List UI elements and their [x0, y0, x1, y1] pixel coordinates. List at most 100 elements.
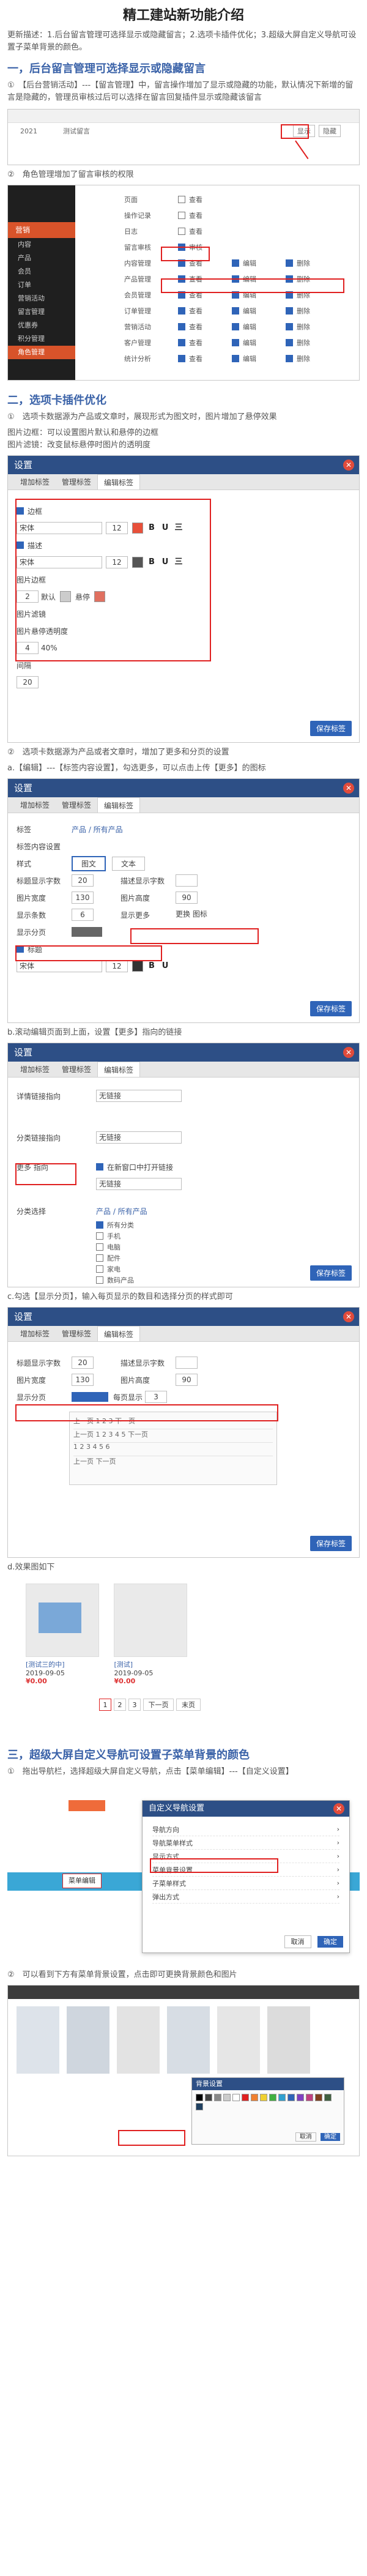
permission-checkbox[interactable]: [178, 196, 185, 203]
permission-option[interactable]: 编辑: [232, 306, 286, 316]
sidebar-item[interactable]: 产品: [8, 251, 75, 265]
permission-checkbox[interactable]: [286, 307, 293, 315]
permission-option[interactable]: 查看: [178, 338, 232, 348]
detail-link-select[interactable]: 无链接: [96, 1090, 182, 1102]
close-icon[interactable]: ✕: [343, 1311, 354, 1322]
sidebar-item[interactable]: 留言管理: [8, 305, 75, 319]
permission-option[interactable]: 删除: [286, 322, 339, 332]
permission-checkbox[interactable]: [286, 339, 293, 346]
category-item[interactable]: 电脑: [96, 1241, 359, 1253]
category-checkbox[interactable]: [96, 1232, 103, 1240]
ok-button[interactable]: 确定: [317, 1936, 343, 1948]
sidebar-item[interactable]: 优惠券: [8, 319, 75, 332]
tab-manage[interactable]: 管理标签: [56, 797, 97, 813]
sidebar-item[interactable]: 内容: [8, 238, 75, 251]
permission-option[interactable]: 查看: [178, 322, 232, 332]
size-input-3[interactable]: 12: [106, 960, 128, 972]
color-swatch[interactable]: [214, 2094, 221, 2101]
permission-checkbox[interactable]: [178, 355, 185, 362]
product-card[interactable]: [测试] 2019-09-05 ¥0.00: [114, 1584, 188, 1685]
bg-cancel-button[interactable]: 取消: [295, 2132, 316, 2142]
permission-checkbox[interactable]: [232, 259, 239, 267]
color-swatch-3[interactable]: [132, 961, 143, 972]
permission-option[interactable]: 编辑: [232, 354, 286, 363]
page-1[interactable]: 1: [99, 1699, 111, 1711]
permission-option[interactable]: 编辑: [232, 322, 286, 332]
sidebar-item[interactable]: 订单: [8, 278, 75, 292]
permission-checkbox[interactable]: [232, 355, 239, 362]
product-card[interactable]: [测试三的中] 2019-09-05 ¥0.00: [26, 1584, 99, 1685]
setting-input[interactable]: 90: [176, 1374, 198, 1386]
color-swatch[interactable]: [196, 2094, 203, 2101]
category-item[interactable]: 手机: [96, 1230, 359, 1241]
setting-input[interactable]: 130: [72, 1374, 94, 1386]
setting-input[interactable]: 90: [176, 892, 198, 904]
permission-checkbox[interactable]: [178, 228, 185, 235]
save-tab-button[interactable]: 保存标签: [310, 1536, 352, 1551]
permission-option[interactable]: 查看: [178, 195, 232, 204]
color-swatch[interactable]: [196, 2103, 203, 2110]
paging-toggle[interactable]: [72, 927, 102, 937]
style-image-text[interactable]: 图文: [72, 855, 106, 871]
tab-edit[interactable]: 编辑标签: [97, 797, 141, 813]
setting-input[interactable]: 6: [72, 909, 94, 921]
color-swatch[interactable]: [269, 2094, 276, 2101]
datasource-link[interactable]: 产品 / 所有产品: [72, 824, 123, 835]
permission-option[interactable]: 删除: [286, 306, 339, 316]
save-tab-button[interactable]: 保存标签: [310, 1265, 352, 1281]
permission-checkbox[interactable]: [286, 355, 293, 362]
page-2[interactable]: 2: [114, 1699, 126, 1711]
permission-option[interactable]: 删除: [286, 258, 339, 268]
setting-input[interactable]: 130: [72, 892, 94, 904]
color-swatch[interactable]: [260, 2094, 267, 2101]
tab-edit[interactable]: 编辑标签: [97, 1326, 141, 1341]
permission-option[interactable]: 查看: [178, 210, 232, 220]
tab-add[interactable]: 增加标签: [14, 474, 56, 490]
bold-button-3[interactable]: B: [146, 961, 157, 972]
last-page[interactable]: 末页: [176, 1699, 201, 1711]
permission-option[interactable]: 查看: [178, 354, 232, 363]
next-page[interactable]: 下一页: [143, 1699, 174, 1711]
close-icon[interactable]: ✕: [343, 1047, 354, 1058]
color-swatch[interactable]: [287, 2094, 295, 2101]
more-link-select[interactable]: 无链接: [96, 1178, 182, 1190]
sidebar-item[interactable]: 会员: [8, 265, 75, 278]
tab-add[interactable]: 增加标签: [14, 797, 56, 813]
menu-edit-button[interactable]: 菜单编辑: [62, 1874, 102, 1888]
nav-setting-item[interactable]: 导航方向 ›: [152, 1823, 339, 1836]
permission-checkbox[interactable]: [232, 339, 239, 346]
color-swatch[interactable]: [223, 2094, 231, 2101]
product-name[interactable]: [测试]: [114, 1659, 187, 1669]
permission-checkbox[interactable]: [178, 323, 185, 330]
permission-checkbox[interactable]: [232, 323, 239, 330]
permission-option[interactable]: 删除: [286, 338, 339, 348]
permission-checkbox[interactable]: [178, 212, 185, 219]
setting-input[interactable]: 更换 图标: [176, 909, 207, 921]
paging-toggle-2[interactable]: [72, 1392, 108, 1402]
datasource-link-2[interactable]: 产品 / 所有产品: [96, 1206, 147, 1216]
category-item[interactable]: 所有分类: [96, 1219, 359, 1230]
tab-add[interactable]: 增加标签: [14, 1326, 56, 1341]
category-checkbox[interactable]: [96, 1276, 103, 1284]
category-checkbox[interactable]: [96, 1254, 103, 1262]
new-window-checkbox[interactable]: [96, 1163, 103, 1171]
permission-checkbox[interactable]: [178, 339, 185, 346]
tab-add[interactable]: 增加标签: [14, 1062, 56, 1077]
save-tab-button[interactable]: 保存标签: [310, 721, 352, 736]
setting-input[interactable]: 20: [72, 1357, 94, 1369]
color-swatch[interactable]: [242, 2094, 249, 2101]
category-checkbox[interactable]: [96, 1221, 103, 1229]
permission-checkbox[interactable]: [286, 259, 293, 267]
close-icon[interactable]: ✕: [343, 783, 354, 794]
permission-option[interactable]: 编辑: [232, 258, 286, 268]
tab-edit[interactable]: 编辑标签: [97, 1062, 141, 1077]
bg-ok-button[interactable]: 确定: [321, 2133, 340, 2141]
paging-style-option[interactable]: 上一页 1 2 3 4 5 下一页: [73, 1429, 273, 1443]
paging-style-option[interactable]: 1 2 3 4 5 6: [73, 1443, 273, 1456]
font-select-3[interactable]: 宋体: [17, 960, 102, 972]
permission-checkbox[interactable]: [178, 307, 185, 315]
setting-input[interactable]: 20: [72, 874, 94, 887]
permission-option[interactable]: 查看: [178, 226, 232, 236]
setting-input[interactable]: [176, 1357, 198, 1369]
tab-manage[interactable]: 管理标签: [56, 474, 97, 490]
